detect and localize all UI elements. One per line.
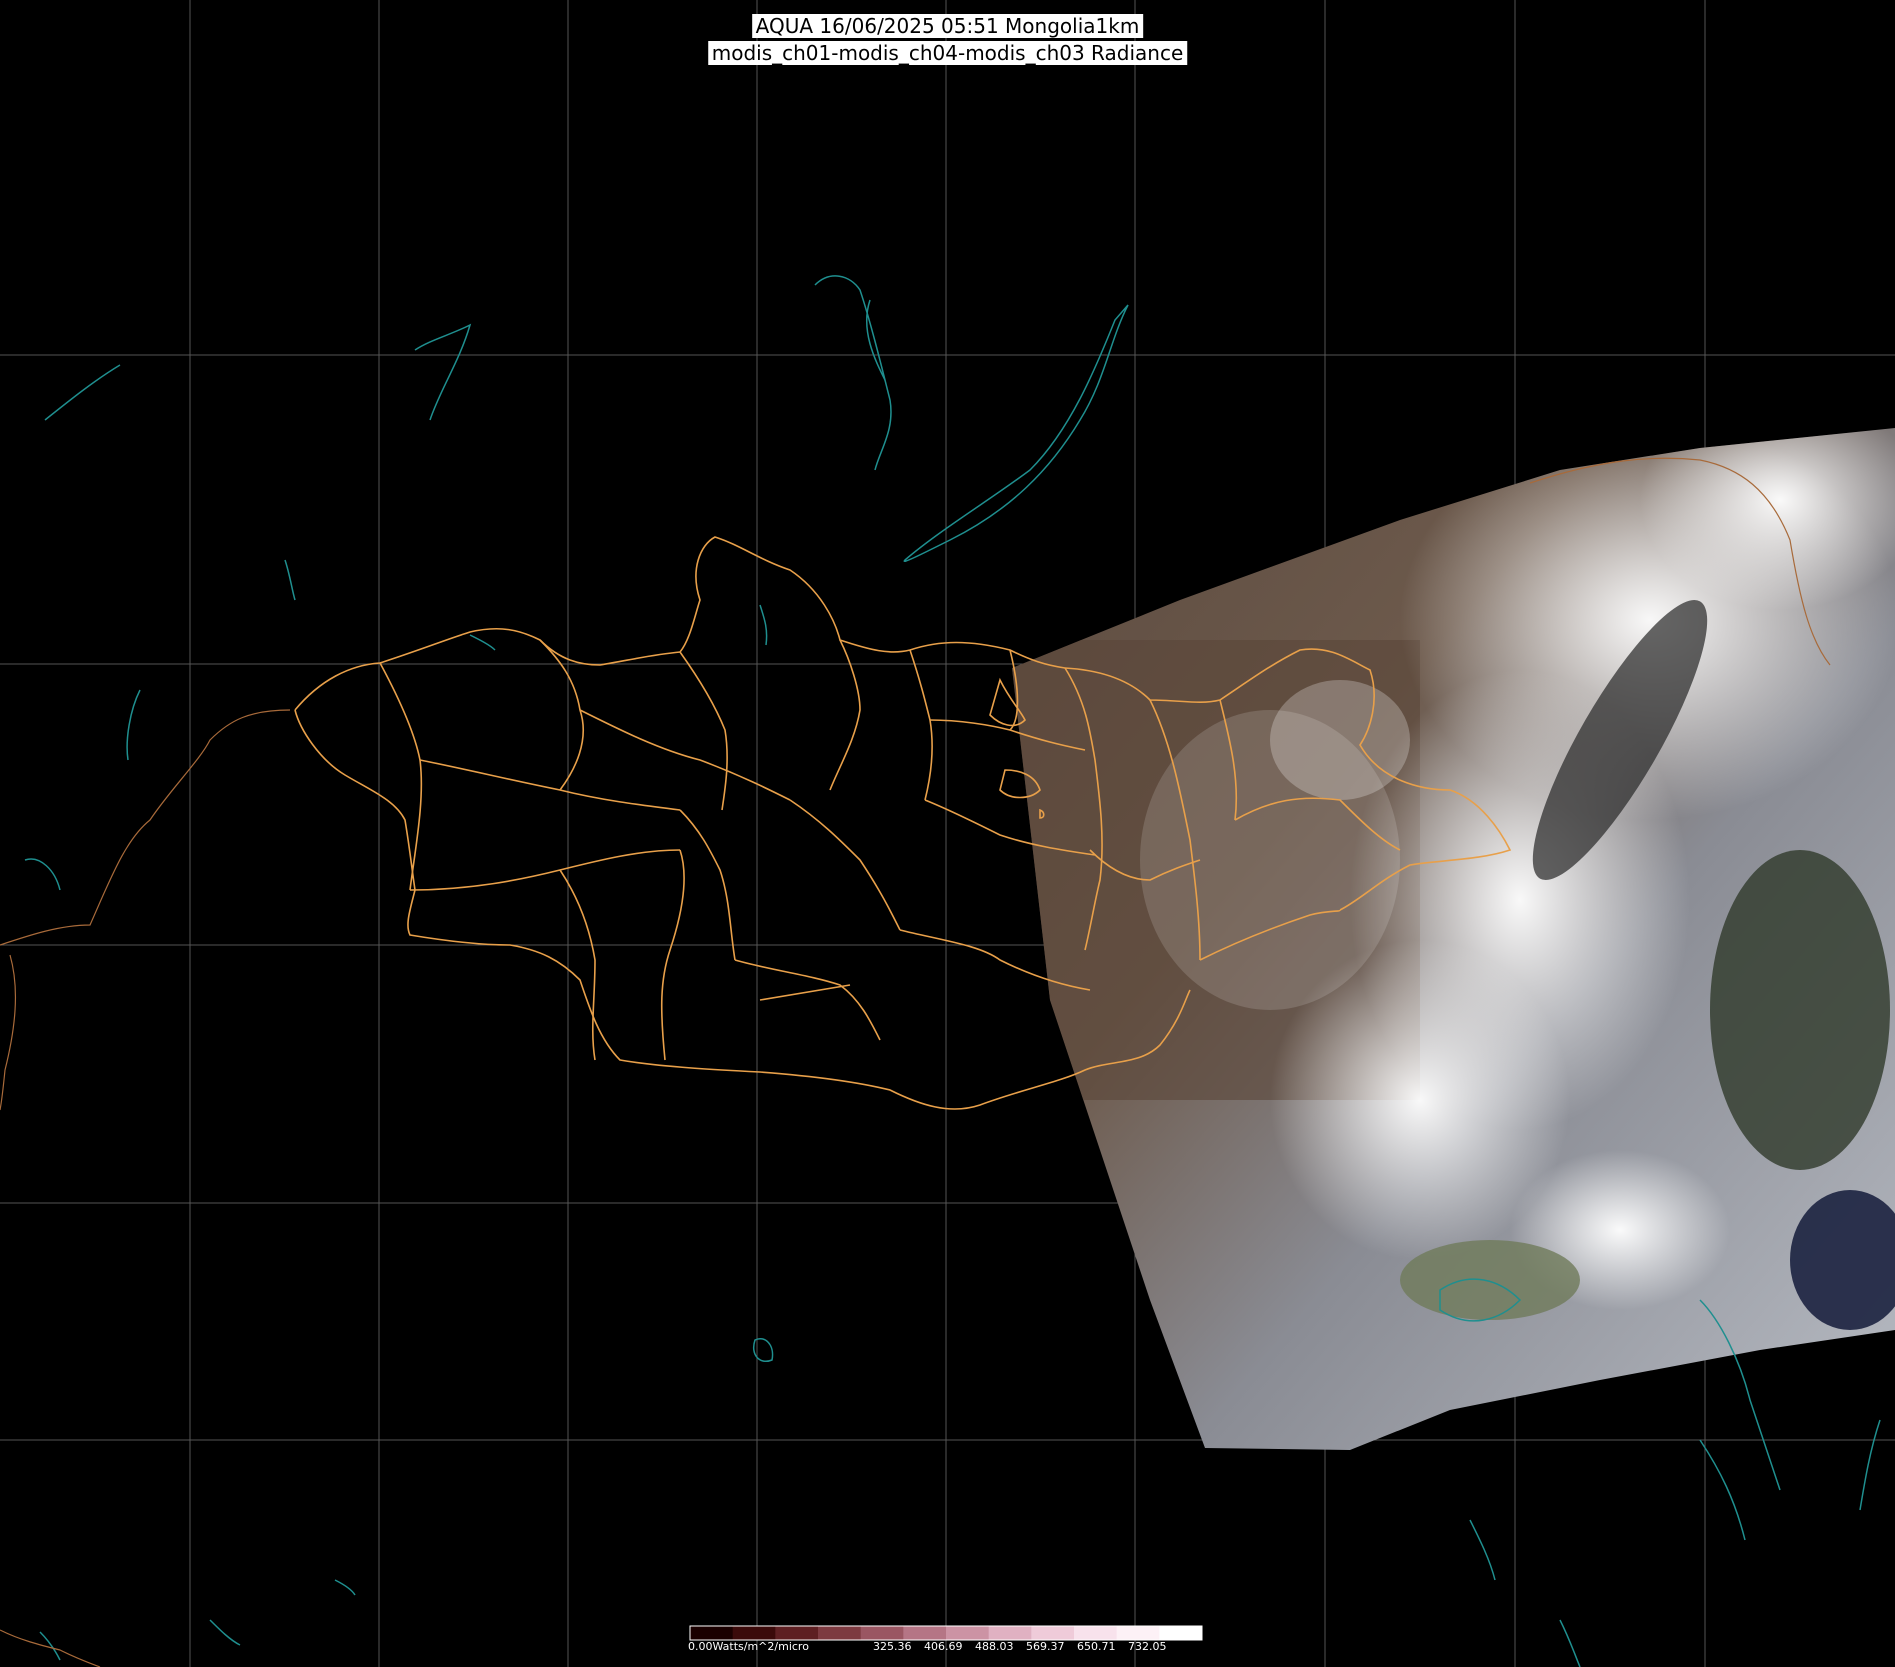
satellite-map xyxy=(0,0,1895,1667)
colorbar-swatch xyxy=(1031,1626,1075,1640)
colorbar-swatch xyxy=(1159,1626,1203,1640)
colorbar-tick-label: 569.37 xyxy=(1026,1640,1065,1653)
colorbar-tick-label: 325.36 xyxy=(873,1640,912,1653)
colorbar-tick-label: 488.03 xyxy=(975,1640,1014,1653)
colorbar-swatch xyxy=(690,1626,734,1640)
colorbar-swatch xyxy=(860,1626,904,1640)
colorbar-unit-label: 0.00Watts/m^2/micro xyxy=(688,1640,809,1653)
colorbar-swatch xyxy=(1074,1626,1118,1640)
map-subtitle: modis_ch01-modis_ch04-modis_ch03 Radianc… xyxy=(707,41,1188,65)
colorbar-swatch xyxy=(732,1626,776,1640)
colorbar-swatch xyxy=(903,1626,947,1640)
map-title: AQUA 16/06/2025 05:51 Mongolia1km xyxy=(751,14,1144,38)
colorbar-tick-label: 732.05 xyxy=(1128,1640,1167,1653)
colorbar-swatch xyxy=(818,1626,862,1640)
colorbar-tick-label: 650.71 xyxy=(1077,1640,1116,1653)
satellite-swath xyxy=(1012,428,1895,1450)
colorbar-tick-label: 406.69 xyxy=(924,1640,963,1653)
colorbar-swatch xyxy=(946,1626,990,1640)
colorbar-swatch xyxy=(1116,1626,1160,1640)
colorbar-swatch xyxy=(988,1626,1032,1640)
colorbar-swatch xyxy=(775,1626,819,1640)
colorbar xyxy=(689,1625,1203,1641)
